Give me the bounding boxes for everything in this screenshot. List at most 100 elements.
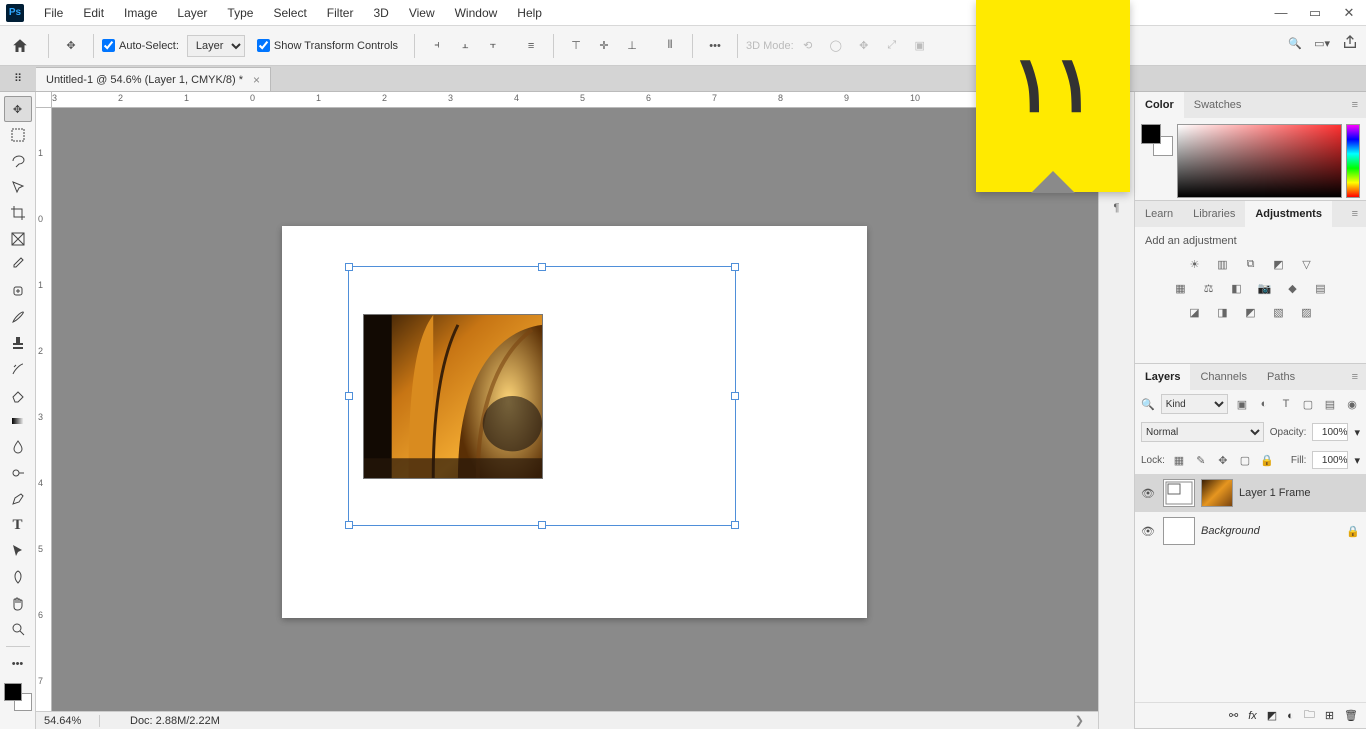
blend-mode-dropdown[interactable]: Normal [1141,422,1264,442]
hue-sat-icon[interactable]: ▦ [1171,279,1191,297]
auto-select-checkbox[interactable]: Auto-Select: [102,39,179,52]
search-icon[interactable]: 🔍 [1288,37,1302,50]
selective-color-icon[interactable]: ▨ [1297,303,1317,321]
close-button[interactable]: ✕ [1332,2,1366,24]
tab-learn[interactable]: Learn [1135,201,1183,227]
foreground-background-swatch[interactable] [4,683,32,711]
color-lookup-icon[interactable]: ▤ [1311,279,1331,297]
menu-edit[interactable]: Edit [73,0,114,26]
menu-help[interactable]: Help [507,0,552,26]
path-select-tool[interactable] [4,538,32,564]
distribute-h-icon[interactable]: ≡ [521,36,541,56]
delete-layer-icon[interactable]: 🗑 [1344,709,1358,722]
pen-tool[interactable] [4,486,32,512]
lock-pixels-icon[interactable]: ✎ [1193,452,1209,468]
levels-icon[interactable]: ▥ [1213,255,1233,273]
marquee-tool[interactable] [4,122,32,148]
zoom-tool[interactable] [4,616,32,642]
channel-mixer-icon[interactable]: ◆ [1283,279,1303,297]
menu-window[interactable]: Window [445,0,508,26]
exposure-icon[interactable]: ◩ [1269,255,1289,273]
auto-select-dropdown[interactable]: Layer [187,35,245,57]
visibility-icon[interactable]: 👁 [1141,525,1157,538]
hue-slider[interactable] [1346,124,1360,198]
lasso-tool[interactable] [4,148,32,174]
tab-libraries[interactable]: Libraries [1183,201,1245,227]
workspace-icon[interactable]: ▭▾ [1314,37,1330,50]
tab-color[interactable]: Color [1135,92,1184,118]
lock-all-icon[interactable]: 🔒 [1259,452,1275,468]
eyedropper-tool[interactable] [4,252,32,278]
filter-pixel-icon[interactable]: ▣ [1234,396,1250,412]
handle-n[interactable] [538,263,546,271]
close-tab-icon[interactable]: × [253,73,260,87]
color-fgbg-swatch[interactable] [1141,124,1171,194]
menu-image[interactable]: Image [114,0,167,26]
handle-e[interactable] [731,392,739,400]
lock-artboard-icon[interactable]: ▢ [1237,452,1253,468]
align-left-icon[interactable]: ⫞ [427,36,447,56]
panel-menu-icon[interactable]: ≡ [1344,99,1366,111]
layer-row-1[interactable]: 👁 Layer 1 Frame [1135,474,1366,512]
healing-tool[interactable] [4,278,32,304]
tab-layers[interactable]: Layers [1135,364,1190,390]
filter-toggle-icon[interactable]: ◉ [1344,396,1360,412]
blur-tool[interactable] [4,434,32,460]
handle-sw[interactable] [345,521,353,529]
handle-se[interactable] [731,521,739,529]
eraser-tool[interactable] [4,382,32,408]
doc-info[interactable]: Doc: 2.88M/2.22M [100,715,220,727]
layer-filter-kind[interactable]: Kind [1161,394,1228,414]
fill-input[interactable] [1312,451,1348,469]
handle-nw[interactable] [345,263,353,271]
transform-bounding-box[interactable] [348,266,736,526]
zoom-level[interactable]: 54.64% [44,715,100,727]
layer-fx-icon[interactable]: fx [1248,710,1257,722]
menu-view[interactable]: View [399,0,445,26]
menu-file[interactable]: File [34,0,73,26]
layer-mask-icon[interactable]: ◩ [1267,709,1277,722]
hand-tool[interactable] [4,590,32,616]
tab-swatches[interactable]: Swatches [1184,92,1252,118]
filter-shape-icon[interactable]: ▢ [1300,396,1316,412]
status-menu-icon[interactable]: ❯ [1069,714,1090,727]
bw-icon[interactable]: ◧ [1227,279,1247,297]
align-top-icon[interactable]: ⊤ [566,36,586,56]
align-center-v-icon[interactable]: ✛ [594,36,614,56]
document-tab[interactable]: Untitled-1 @ 54.6% (Layer 1, CMYK/8) * × [36,67,271,91]
shape-tool[interactable] [4,564,32,590]
panel-menu-icon[interactable]: ≡ [1344,371,1366,383]
menu-select[interactable]: Select [263,0,316,26]
menu-filter[interactable]: Filter [317,0,364,26]
align-bottom-icon[interactable]: ⊥ [622,36,642,56]
home-button[interactable] [8,34,32,58]
invert-icon[interactable]: ◪ [1185,303,1205,321]
opacity-input[interactable] [1312,423,1348,441]
maximize-button[interactable]: ▭ [1298,2,1332,24]
tab-adjustments[interactable]: Adjustments [1245,201,1332,227]
distribute-v-icon[interactable]: ⦀ [660,36,680,56]
more-options-icon[interactable]: ••• [705,36,725,56]
filter-smart-icon[interactable]: ▤ [1322,396,1338,412]
panel-menu-icon[interactable]: ≡ [1344,208,1366,220]
handle-w[interactable] [345,392,353,400]
lock-transparency-icon[interactable]: ▦ [1171,452,1187,468]
move-tool[interactable]: ✥ [4,96,32,122]
posterize-icon[interactable]: ◨ [1213,303,1233,321]
canvas-stage[interactable] [52,108,1098,711]
filter-type-icon[interactable]: T [1278,396,1294,412]
share-icon[interactable] [1342,34,1358,53]
align-center-h-icon[interactable]: ⫠ [455,36,475,56]
show-transform-checkbox[interactable]: Show Transform Controls [257,39,398,52]
paragraph-panel-icon[interactable]: ¶ [1105,196,1129,220]
menu-layer[interactable]: Layer [167,0,217,26]
handle-ne[interactable] [731,263,739,271]
vibrance-icon[interactable]: ▽ [1297,255,1317,273]
stamp-tool[interactable] [4,330,32,356]
align-right-icon[interactable]: ⫟ [483,36,503,56]
group-icon[interactable]: 🗀 [1304,706,1315,725]
tab-paths[interactable]: Paths [1257,364,1305,390]
visibility-icon[interactable]: 👁 [1141,487,1157,500]
frame-tool[interactable] [4,226,32,252]
brightness-icon[interactable]: ☀ [1185,255,1205,273]
